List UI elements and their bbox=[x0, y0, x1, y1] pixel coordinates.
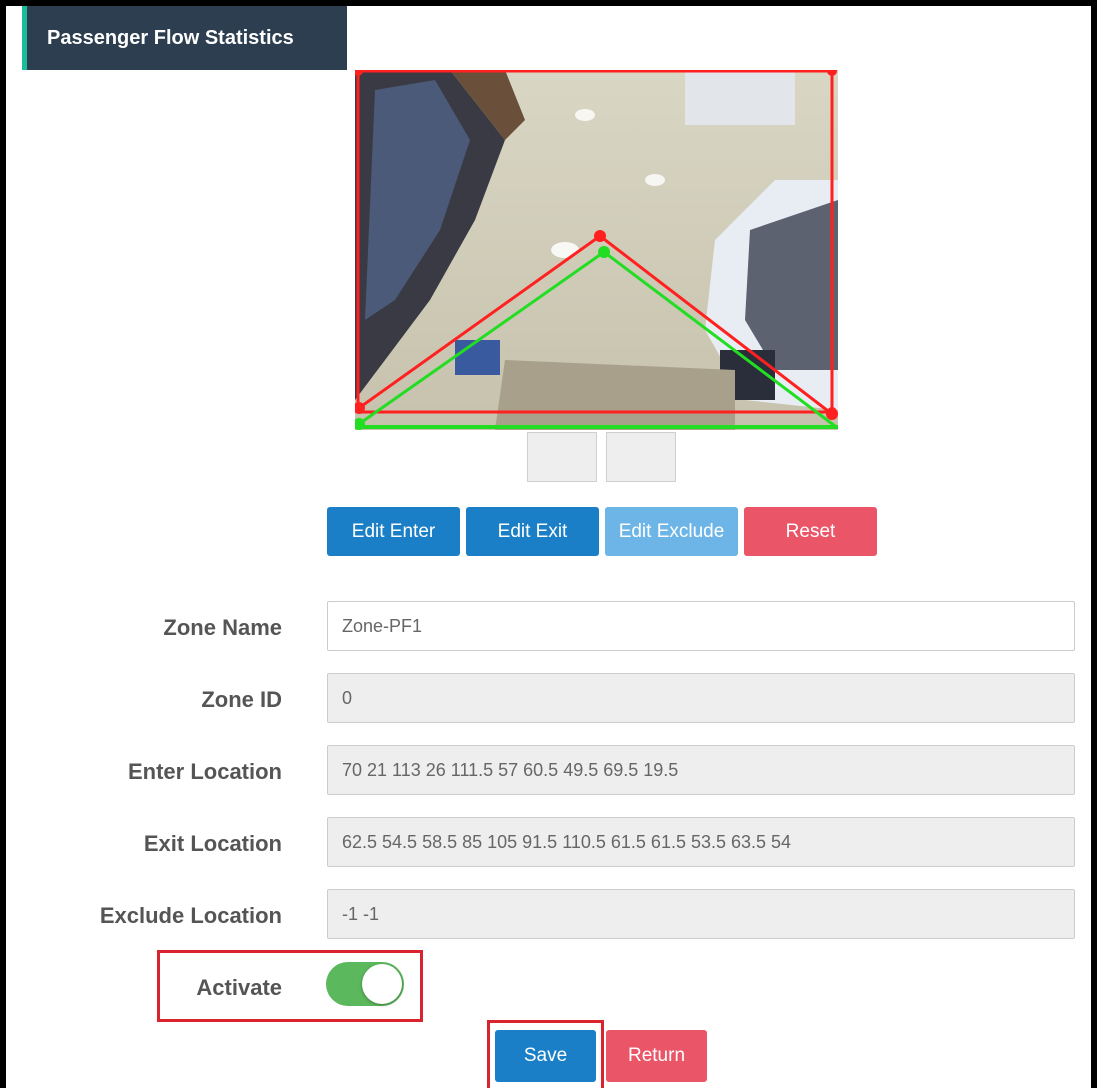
bottom-floor bbox=[495, 360, 735, 430]
page-title: Passenger Flow Statistics bbox=[22, 6, 347, 70]
activate-label: Activate bbox=[196, 975, 282, 1000]
zone-name-input[interactable]: Zone-PF1 bbox=[327, 601, 1075, 651]
edit-exclude-button[interactable]: Edit Exclude bbox=[605, 507, 738, 556]
camera-preview[interactable] bbox=[355, 70, 838, 430]
ceiling-light-reflection bbox=[645, 174, 665, 186]
zone-id-field: 0 bbox=[327, 673, 1075, 723]
top-right-machine bbox=[685, 70, 795, 125]
toggle-knob bbox=[362, 964, 402, 1004]
exit-location-label: Exit Location bbox=[143, 831, 282, 856]
bottom-item bbox=[455, 340, 500, 375]
camera-scene bbox=[355, 70, 838, 430]
enter-location-label: Enter Location bbox=[127, 759, 282, 784]
edit-exit-button[interactable]: Edit Exit bbox=[466, 507, 599, 556]
preview-control-left[interactable] bbox=[527, 432, 597, 482]
edit-enter-button[interactable]: Edit Enter bbox=[327, 507, 460, 556]
enter-vertex[interactable] bbox=[826, 408, 838, 420]
enter-location-field: 70 21 113 26 111.5 57 60.5 49.5 69.5 19.… bbox=[327, 745, 1075, 795]
activate-toggle[interactable] bbox=[326, 962, 404, 1006]
exit-location-field: 62.5 54.5 58.5 85 105 91.5 110.5 61.5 61… bbox=[327, 817, 1075, 867]
reset-button[interactable]: Reset bbox=[744, 507, 877, 556]
save-button[interactable]: Save bbox=[495, 1030, 596, 1082]
enter-vertex[interactable] bbox=[594, 230, 606, 242]
preview-control-right[interactable] bbox=[606, 432, 676, 482]
ceiling-light-reflection bbox=[575, 109, 595, 121]
zone-id-label: Zone ID bbox=[201, 687, 282, 712]
return-button[interactable]: Return bbox=[606, 1030, 707, 1082]
exclude-location-field: -1 -1 bbox=[327, 889, 1075, 939]
exit-vertex[interactable] bbox=[598, 246, 610, 258]
exclude-location-label: Exclude Location bbox=[99, 903, 282, 928]
zone-name-label: Zone Name bbox=[163, 615, 282, 640]
